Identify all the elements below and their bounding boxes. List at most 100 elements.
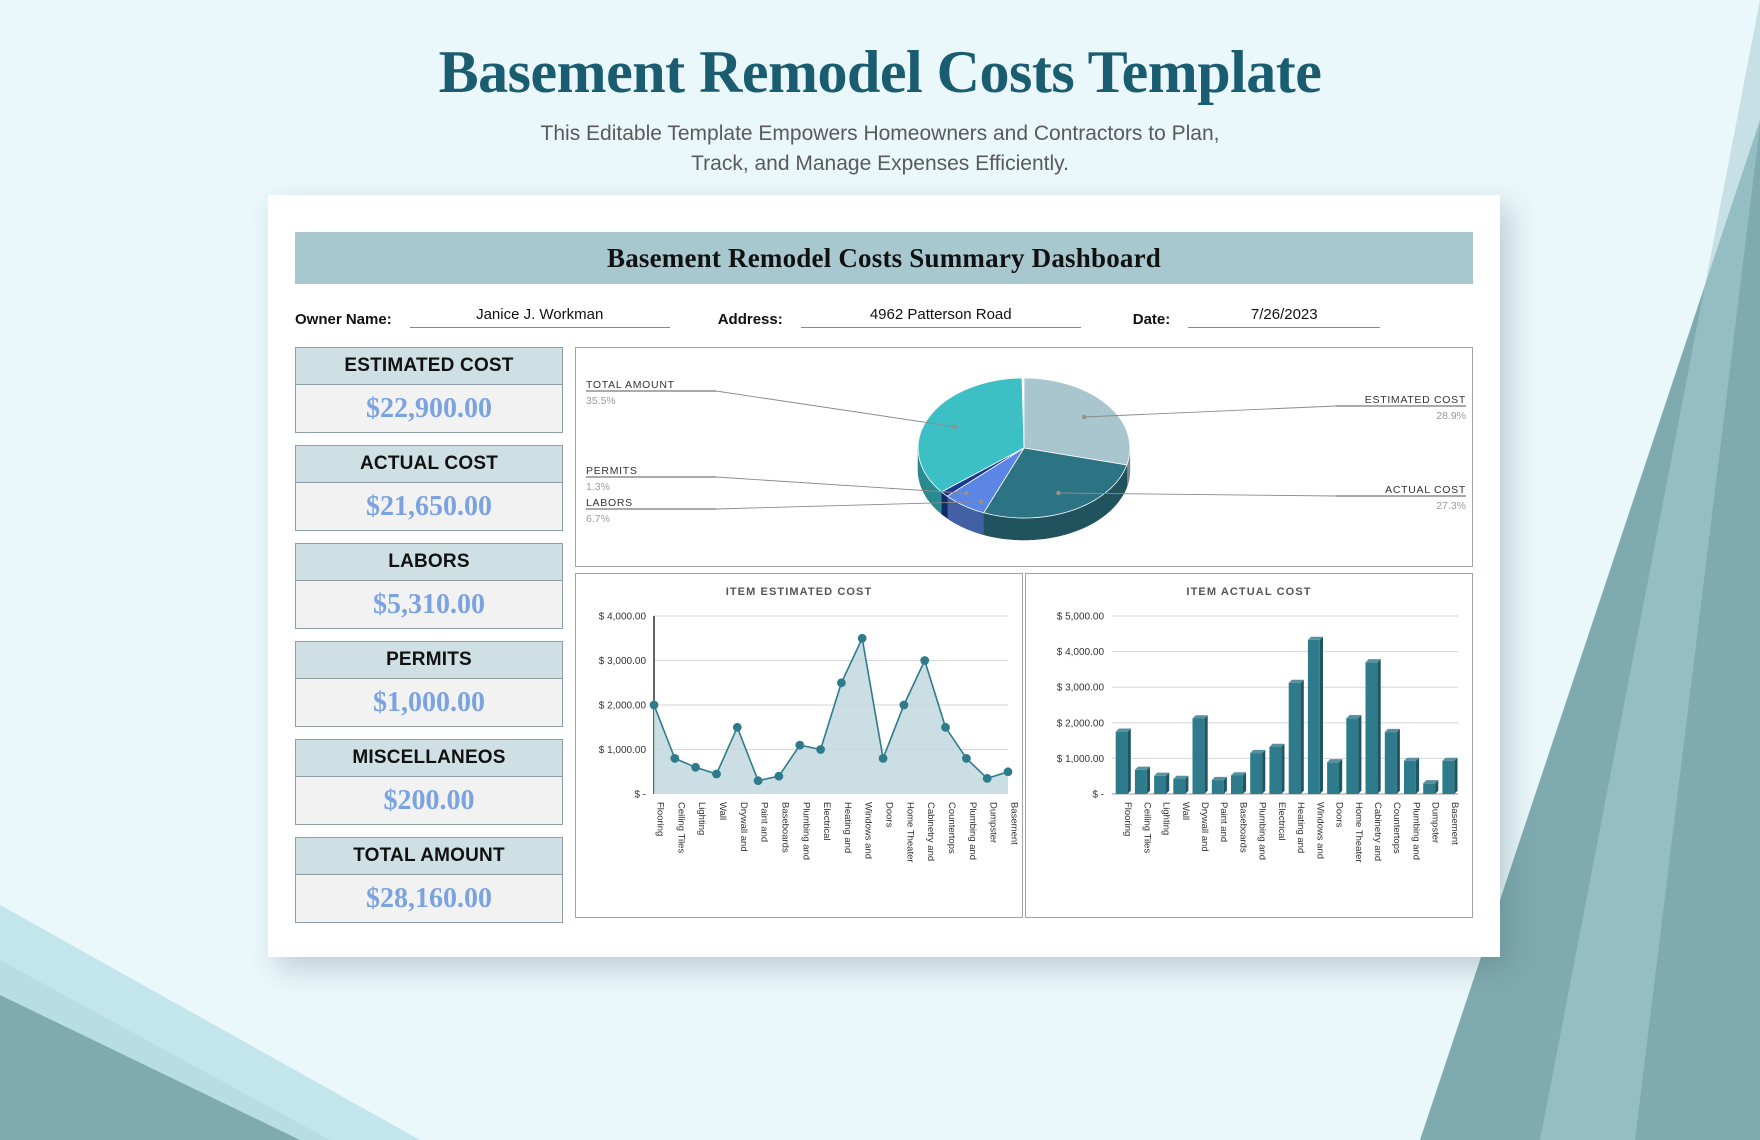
owner-name-field[interactable]: Janice J. Workman bbox=[409, 306, 670, 328]
card-value: $1,000.00 bbox=[373, 686, 485, 718]
card-label: TOTAL AMOUNT bbox=[353, 845, 505, 866]
card-body: $22,900.00 bbox=[295, 385, 563, 433]
owner-name-value: Janice J. Workman bbox=[476, 306, 604, 323]
summary-card-permits[interactable]: PERMITS $1,000.00 bbox=[295, 641, 563, 727]
svg-text:Plumbing and: Plumbing and bbox=[1410, 802, 1421, 860]
card-value: $28,160.00 bbox=[366, 882, 492, 914]
svg-text:Lighting: Lighting bbox=[696, 802, 707, 835]
svg-text:1.3%: 1.3% bbox=[586, 481, 610, 493]
card-body: $5,310.00 bbox=[295, 581, 563, 629]
summary-cards: ESTIMATED COST $22,900.00 ACTUAL COST $2… bbox=[295, 347, 563, 935]
svg-text:Flooring: Flooring bbox=[655, 802, 666, 836]
svg-text:Drywall and: Drywall and bbox=[1199, 802, 1210, 852]
svg-text:Doors: Doors bbox=[884, 802, 895, 828]
summary-card-estimated-cost[interactable]: ESTIMATED COST $22,900.00 bbox=[295, 347, 563, 433]
svg-text:Basement: Basement bbox=[1449, 802, 1460, 845]
card-body: $1,000.00 bbox=[295, 679, 563, 727]
summary-card-miscellaneos[interactable]: MISCELLANEOS $200.00 bbox=[295, 739, 563, 825]
pie-chart: ESTIMATED COST 28.9% ACTUAL COST 27.3% LABOR… bbox=[586, 377, 1466, 541]
card-label: ESTIMATED COST bbox=[344, 355, 514, 376]
svg-text:$ 3,000.00: $ 3,000.00 bbox=[1057, 683, 1105, 694]
svg-text:$ 4,000.00: $ 4,000.00 bbox=[1057, 647, 1105, 658]
svg-text:Wall: Wall bbox=[717, 802, 728, 820]
page-subtitle-line1: This Editable Template Empowers Homeowne… bbox=[540, 122, 1220, 145]
card-label: PERMITS bbox=[386, 649, 472, 670]
date-label: Date: bbox=[1132, 311, 1171, 328]
page-subtitle: This Editable Template Empowers Homeowne… bbox=[0, 119, 1760, 180]
card-body: $28,160.00 bbox=[295, 875, 563, 923]
card-header: PERMITS bbox=[295, 641, 563, 679]
svg-text:$ 3,000.00: $ 3,000.00 bbox=[599, 656, 647, 667]
svg-text:$ 1,000.00: $ 1,000.00 bbox=[1057, 754, 1105, 765]
svg-text:Ceiling Tiles: Ceiling Tiles bbox=[675, 802, 686, 853]
svg-text:Windows and: Windows and bbox=[863, 802, 874, 859]
card-header: MISCELLANEOS bbox=[295, 739, 563, 777]
card-body: $200.00 bbox=[295, 777, 563, 825]
svg-text:Windows and: Windows and bbox=[1314, 802, 1325, 859]
svg-text:Lighting: Lighting bbox=[1161, 802, 1172, 835]
svg-text:$ 1,000.00: $ 1,000.00 bbox=[599, 745, 647, 756]
svg-text:Electrical: Electrical bbox=[821, 802, 832, 841]
svg-text:TOTAL AMOUNT: TOTAL AMOUNT bbox=[586, 379, 675, 391]
card-header: TOTAL AMOUNT bbox=[295, 837, 563, 875]
summary-card-actual-cost[interactable]: ACTUAL COST $21,650.00 bbox=[295, 445, 563, 531]
svg-text:Cabinetry and: Cabinetry and bbox=[1372, 802, 1383, 861]
card-value: $21,650.00 bbox=[366, 490, 492, 522]
estimated-cost-chart-title: ITEM ESTIMATED COST bbox=[725, 586, 873, 598]
svg-text:ACTUAL COST: ACTUAL COST bbox=[1385, 484, 1466, 496]
address-label: Address: bbox=[717, 311, 783, 328]
svg-text:Dumpster: Dumpster bbox=[988, 802, 999, 843]
svg-text:Flooring: Flooring bbox=[1122, 802, 1133, 836]
svg-text:$ 4,000.00: $ 4,000.00 bbox=[599, 612, 647, 623]
owner-name-label: Owner Name: bbox=[295, 311, 392, 328]
actual-cost-chart-title: ITEM ACTUAL COST bbox=[1186, 586, 1312, 598]
svg-text:$ 5,000.00: $ 5,000.00 bbox=[1057, 612, 1105, 623]
estimated-cost-chart-panel[interactable]: ITEM ESTIMATED COST $ - $ 1,000.00 $ 2,000… bbox=[575, 573, 1023, 918]
svg-text:Baseboards: Baseboards bbox=[1237, 802, 1248, 853]
svg-text:6.7%: 6.7% bbox=[586, 513, 610, 525]
card-header: LABORS bbox=[295, 543, 563, 581]
page-subtitle-line2: Track, and Manage Expenses Efficiently. bbox=[691, 152, 1069, 176]
card-label: LABORS bbox=[388, 551, 470, 572]
card-body: $21,650.00 bbox=[295, 483, 563, 531]
svg-text:Drywall and: Drywall and bbox=[738, 802, 749, 852]
svg-text:28.9%: 28.9% bbox=[1436, 410, 1466, 422]
pie-chart-panel[interactable]: ESTIMATED COST 28.9% ACTUAL COST 27.3% LABOR… bbox=[575, 347, 1473, 567]
svg-text:Paint and: Paint and bbox=[1218, 802, 1229, 842]
svg-text:35.5%: 35.5% bbox=[586, 395, 616, 407]
info-row: Owner Name: Janice J. Workman Address: 4… bbox=[295, 298, 1473, 328]
date-field[interactable]: 7/26/2023 bbox=[1188, 306, 1381, 328]
actual-cost-chart-panel[interactable]: ITEM ACTUAL COST $ - $ 1,000.00 $ 2,000.00… bbox=[1025, 573, 1473, 918]
svg-text:$ -: $ - bbox=[1092, 790, 1104, 801]
svg-text:$ 2,000.00: $ 2,000.00 bbox=[1057, 718, 1105, 729]
svg-text:Countertops: Countertops bbox=[946, 802, 957, 854]
svg-text:Basement: Basement bbox=[1009, 802, 1020, 845]
dashboard-header-band: Basement Remodel Costs Summary Dashboard bbox=[295, 232, 1473, 284]
estimated-cost-area-chart: $ - $ 1,000.00 $ 2,000.00 $ 3,000.00 $ 4,000… bbox=[599, 612, 1020, 863]
dashboard-sheet: Basement Remodel Costs Summary Dashboard… bbox=[268, 195, 1500, 957]
address-value: 4962 Patterson Road bbox=[869, 306, 1012, 323]
dashboard-title: Basement Remodel Costs Summary Dashboard bbox=[607, 242, 1161, 273]
svg-text:LABORS: LABORS bbox=[586, 497, 633, 509]
svg-text:Plumbing and: Plumbing and bbox=[967, 802, 978, 860]
svg-text:Home Theater: Home Theater bbox=[904, 802, 915, 863]
svg-text:Ceiling Tiles: Ceiling Tiles bbox=[1141, 802, 1152, 853]
actual-cost-bar-chart: $ - $ 1,000.00 $ 2,000.00 $ 3,000.00 $ 4,000… bbox=[1057, 612, 1460, 863]
svg-text:Doors: Doors bbox=[1334, 802, 1345, 828]
svg-text:Home Theater: Home Theater bbox=[1353, 802, 1364, 863]
svg-text:27.3%: 27.3% bbox=[1436, 500, 1466, 512]
address-field[interactable]: 4962 Patterson Road bbox=[800, 306, 1081, 328]
page-title-block: Basement Remodel Costs Template This Edi… bbox=[0, 38, 1760, 180]
svg-text:Wall: Wall bbox=[1180, 802, 1191, 820]
svg-text:Plumbing and: Plumbing and bbox=[800, 802, 811, 860]
svg-text:Cabinetry and: Cabinetry and bbox=[925, 802, 936, 861]
summary-card-labors[interactable]: LABORS $5,310.00 bbox=[295, 543, 563, 629]
svg-text:Dumpster: Dumpster bbox=[1430, 802, 1441, 843]
card-label: MISCELLANEOS bbox=[352, 747, 506, 768]
card-value: $200.00 bbox=[383, 784, 475, 816]
summary-card-total-amount[interactable]: TOTAL AMOUNT $28,160.00 bbox=[295, 837, 563, 923]
svg-text:$ 2,000.00: $ 2,000.00 bbox=[599, 701, 647, 712]
svg-text:Heating and: Heating and bbox=[842, 802, 853, 853]
svg-text:Plumbing and: Plumbing and bbox=[1257, 802, 1268, 860]
svg-text:Paint and: Paint and bbox=[759, 802, 770, 842]
